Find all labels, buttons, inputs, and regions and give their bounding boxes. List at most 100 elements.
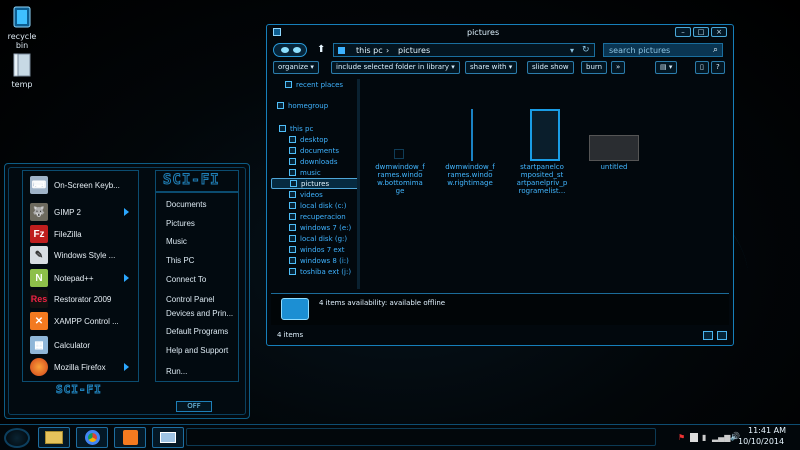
file-name-line: mposited_st — [520, 171, 564, 179]
start-link-run[interactable]: Run... — [166, 367, 187, 376]
program-windows-style[interactable]: ✎ Windows Style ... — [30, 244, 140, 266]
file-thumbnail — [530, 109, 560, 161]
taskbar-frame — [186, 428, 656, 446]
keyboard-icon: ⌨ — [30, 176, 48, 194]
status-bar: 4 items — [271, 328, 729, 343]
restorator-icon: Res — [30, 290, 48, 308]
battery-icon[interactable]: ▮ — [702, 433, 706, 442]
file-item-startpanel[interactable]: startpanelco mposited_st artpanelpriv_p … — [510, 163, 574, 195]
nav-item-toshiba-ext-j[interactable]: toshiba ext (j:) — [271, 266, 359, 277]
folder-icon — [289, 235, 296, 242]
back-icon[interactable] — [281, 47, 289, 53]
program-label: On-Screen Keyb... — [54, 180, 120, 190]
file-item-bottomimage[interactable]: dwmwindow_f rames.windo w.bottomima ge — [368, 163, 432, 195]
nav-item-downloads[interactable]: downloads — [271, 156, 359, 167]
start-link-this-pc[interactable]: This PC — [166, 256, 194, 265]
nav-item-label: local disk (g:) — [300, 234, 348, 243]
clock-date[interactable]: 10/10/2014 — [738, 437, 784, 446]
signal-icon[interactable]: ▂▄▆ — [712, 433, 730, 442]
details-view-icon[interactable] — [703, 331, 713, 340]
nav-item-windows-7-e[interactable]: windows 7 (e:) — [271, 222, 359, 233]
address-bar[interactable]: this pc › pictures ▾ ↻ — [333, 43, 595, 57]
large-icons-view-icon[interactable] — [717, 331, 727, 340]
start-link-music[interactable]: Music — [166, 237, 187, 246]
nav-item-recent-places[interactable]: recent places — [271, 79, 359, 90]
refresh-icon[interactable]: ↻ — [582, 45, 590, 55]
nav-item-local-disk-c[interactable]: local disk (c:) — [271, 200, 359, 211]
include-in-library-button[interactable]: include selected folder in library ▾ — [331, 61, 460, 74]
notepadpp-submenu-arrow-icon[interactable] — [124, 274, 129, 282]
chevron-down-icon[interactable]: ▾ — [570, 46, 574, 55]
program-xampp[interactable]: ✕ XAMPP Control ... — [30, 310, 140, 332]
slide-show-button[interactable]: slide show — [527, 61, 574, 74]
program-calculator[interactable]: ▦ Calculator — [30, 334, 140, 356]
explorer-icon[interactable] — [38, 427, 70, 448]
share-with-button[interactable]: share with ▾ — [465, 61, 518, 74]
program-on-screen-keyboard[interactable]: ⌨ On-Screen Keyb... — [30, 174, 140, 196]
folder-icon — [279, 125, 286, 132]
start-link-pictures[interactable]: Pictures — [166, 219, 195, 228]
nav-item-pictures[interactable]: pictures — [271, 178, 359, 189]
start-button[interactable] — [4, 428, 30, 448]
nav-scrollbar[interactable] — [357, 79, 360, 289]
burn-button[interactable]: burn — [581, 61, 608, 74]
start-link-documents[interactable]: Documents — [166, 200, 206, 209]
search-icon[interactable]: ⌕ — [713, 45, 718, 55]
clock-time[interactable]: 11:41 AM — [748, 426, 786, 435]
file-item-untitled[interactable]: untitled — [582, 163, 646, 171]
recycle-bin-label-2: bin — [15, 41, 29, 50]
start-link-help-support[interactable]: Help and Support — [166, 346, 228, 355]
chrome-icon[interactable] — [76, 427, 108, 448]
nav-item-documents[interactable]: documents — [271, 145, 359, 156]
details-pane: 4 items availability: available offline — [271, 293, 729, 325]
nav-item-homegroup[interactable]: homegroup — [271, 100, 359, 111]
nav-item-videos[interactable]: videos — [271, 189, 359, 200]
search-input[interactable]: search pictures ⌕ — [603, 43, 723, 57]
file-thumbnail — [589, 135, 639, 161]
program-restorator[interactable]: Res Restorator 2009 — [30, 288, 140, 310]
minimize-button[interactable]: – — [675, 27, 691, 37]
nav-item-windows-8-i[interactable]: windows 8 (i:) — [271, 255, 359, 266]
start-link-control-panel[interactable]: Control Panel — [166, 295, 214, 304]
nav-item-music[interactable]: music — [271, 167, 359, 178]
help-icon[interactable]: ? — [711, 61, 725, 74]
breadcrumb-pictures[interactable]: pictures — [398, 46, 430, 55]
up-arrow-icon[interactable]: ⬆ — [317, 44, 325, 55]
firefox-submenu-arrow-icon[interactable] — [124, 363, 129, 371]
recycle-bin-icon — [13, 6, 31, 28]
close-button[interactable]: × — [711, 27, 727, 37]
remote-desktop-icon[interactable] — [152, 427, 184, 448]
breadcrumb-this-pc[interactable]: this pc — [356, 46, 383, 55]
nav-item-recuperacion[interactable]: recuperacion — [271, 211, 359, 222]
title-bar[interactable]: pictures – □ × — [267, 25, 733, 41]
nav-item-desktop[interactable]: desktop — [271, 134, 359, 145]
temp-folder-icon — [13, 53, 31, 77]
temp-label: temp — [11, 80, 33, 89]
desktop-icon-temp[interactable]: temp — [2, 52, 42, 89]
back-forward-buttons[interactable] — [273, 43, 307, 57]
start-link-default-programs[interactable]: Default Programs — [166, 327, 228, 336]
preview-pane-icon[interactable]: ▯ — [695, 61, 709, 74]
nav-item-windos-7-ext[interactable]: windos 7 ext — [271, 244, 359, 255]
power-off-button[interactable]: OFF — [176, 401, 212, 412]
file-thumbnail — [394, 149, 404, 159]
start-link-devices-printers[interactable]: Devices and Prin... — [166, 309, 233, 318]
gimp-submenu-arrow-icon[interactable] — [124, 208, 129, 216]
maximize-button[interactable]: □ — [693, 27, 709, 37]
more-commands-button[interactable]: » — [611, 61, 626, 74]
windows-style-icon: ✎ — [30, 246, 48, 264]
file-item-rightimage[interactable]: dwmwindow_f rames.windo w.rightimage — [438, 163, 502, 187]
nav-item-label: toshiba ext (j:) — [300, 267, 352, 276]
nav-item-this-pc[interactable]: this pc — [271, 123, 359, 134]
forward-icon[interactable] — [293, 47, 301, 53]
change-view-icon[interactable]: ▤ ▾ — [655, 61, 678, 74]
program-filezilla[interactable]: Fz FileZilla — [30, 223, 140, 245]
folder-icon — [289, 268, 296, 275]
nav-item-local-disk-g[interactable]: local disk (g:) — [271, 233, 359, 244]
desktop-icon-recycle-bin[interactable]: recycle bin — [2, 4, 42, 50]
network-icon[interactable] — [690, 433, 698, 442]
action-center-flag-icon[interactable]: ⚑ — [678, 433, 685, 442]
organize-button[interactable]: organize ▾ — [273, 61, 319, 74]
start-link-connect-to[interactable]: Connect To — [166, 275, 206, 284]
xampp-icon[interactable] — [114, 427, 146, 448]
